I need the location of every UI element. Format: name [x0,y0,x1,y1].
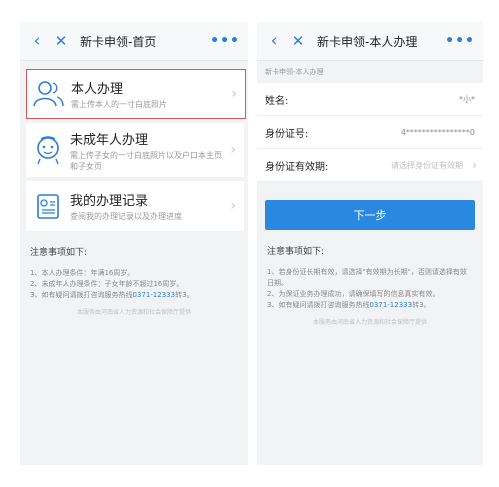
back-icon[interactable]: ‹ [263,31,285,51]
chevron-right-icon: › [472,158,477,172]
card-desc: 需上传子女的一寸白底照片以及户口本主页和子女页 [70,150,222,171]
footer-text: 本服务由河南省人力资源和社会保障厅提供 [76,309,191,316]
header: ‹ ✕ 新卡申领-本人办理 ••• [257,22,483,61]
card-title: 未成年人办理 [70,132,149,148]
self-apply-screen: ‹ ✕ 新卡申领-本人办理 ••• 新卡申领-本人办理 姓名: *小* 身份证号… [257,22,483,465]
close-icon[interactable]: ✕ [50,32,72,50]
page-title: 新卡申领-首页 [80,34,157,49]
record-icon [26,192,70,220]
breadcrumb: 新卡申领-本人办理 [257,61,483,83]
more-icon[interactable]: ••• [445,33,475,49]
note-item: 1、本人办理条件：年满16周岁。 [30,269,135,277]
id-label: 身份证号: [265,128,309,140]
card-desc: 查阅我的办理记录以及办理进度 [70,212,182,221]
next-button[interactable]: 下一步 [265,200,475,230]
note-item: 2、未成年人办理条件：子女年龄不超过16周岁。 [30,280,184,288]
note-item: 3、如有疑问请拨打咨询服务热线0371-12333转3。 [267,301,431,309]
chevron-right-icon: › [230,198,236,214]
minor-apply-card[interactable]: 未成年人办理 需上传子女的一寸白底照片以及户口本主页和子女页 › [26,123,244,177]
person-icon [27,80,71,108]
close-icon[interactable]: ✕ [287,32,309,50]
id-value: 4****************0 [400,127,475,137]
header: ‹ ✕ 新卡申领-首页 ••• [20,22,248,61]
id-field: 身份证号: 4****************0 [257,116,483,149]
notes-title: 注意事项如下: [267,247,325,257]
validity-select[interactable]: 请选择身份证有效期 [391,160,463,171]
notes-list: 1、若身份证长期有效，请选择"有效期为长期"，否则请选择有效日期。 2、为保证业… [267,267,473,311]
hotline-link[interactable]: 0371-12333 [369,301,412,309]
footer-text: 本服务由河南省人力资源和社会保障厅提供 [312,319,427,326]
notes-title: 注意事项如下: [30,248,88,258]
more-icon[interactable]: ••• [210,33,240,49]
note-item: 2、为保证业务办理成功，请确保填写的信息真实有效。 [267,290,440,298]
hotline-link[interactable]: 0371-12333 [132,291,175,299]
name-value: *小* [459,94,475,104]
self-apply-card[interactable]: 本人办理 需上传本人的一寸白底照片 › [26,69,246,119]
child-icon [26,135,70,165]
page-title: 新卡申领-本人办理 [317,34,418,49]
chevron-right-icon: › [230,142,236,158]
name-field: 姓名: *小* [257,83,483,116]
note-item: 3、如有疑问请拨打咨询服务热线0371-12333转3。 [30,291,194,299]
notes-list: 1、本人办理条件：年满16周岁。 2、未成年人办理条件：子女年龄不超过16周岁。… [30,268,238,301]
card-title: 我的办理记录 [70,194,149,209]
validity-field[interactable]: 身份证有效期: 请选择身份证有效期 › [257,149,483,182]
note-item: 1、若身份证长期有效，请选择"有效期为长期"，否则请选择有效日期。 [267,268,467,287]
card-desc: 需上传本人的一寸白底照片 [71,100,167,109]
back-icon[interactable]: ‹ [26,31,48,51]
validity-label: 身份证有效期: [265,161,329,173]
chevron-right-icon: › [231,86,237,102]
card-title: 本人办理 [71,82,124,97]
records-card[interactable]: 我的办理记录 查阅我的办理记录以及办理进度 › [26,181,244,231]
name-label: 姓名: [265,95,289,107]
home-screen: ‹ ✕ 新卡申领-首页 ••• 本人办理 需上传本人的一寸白底照片 › 未成年人… [20,22,248,465]
